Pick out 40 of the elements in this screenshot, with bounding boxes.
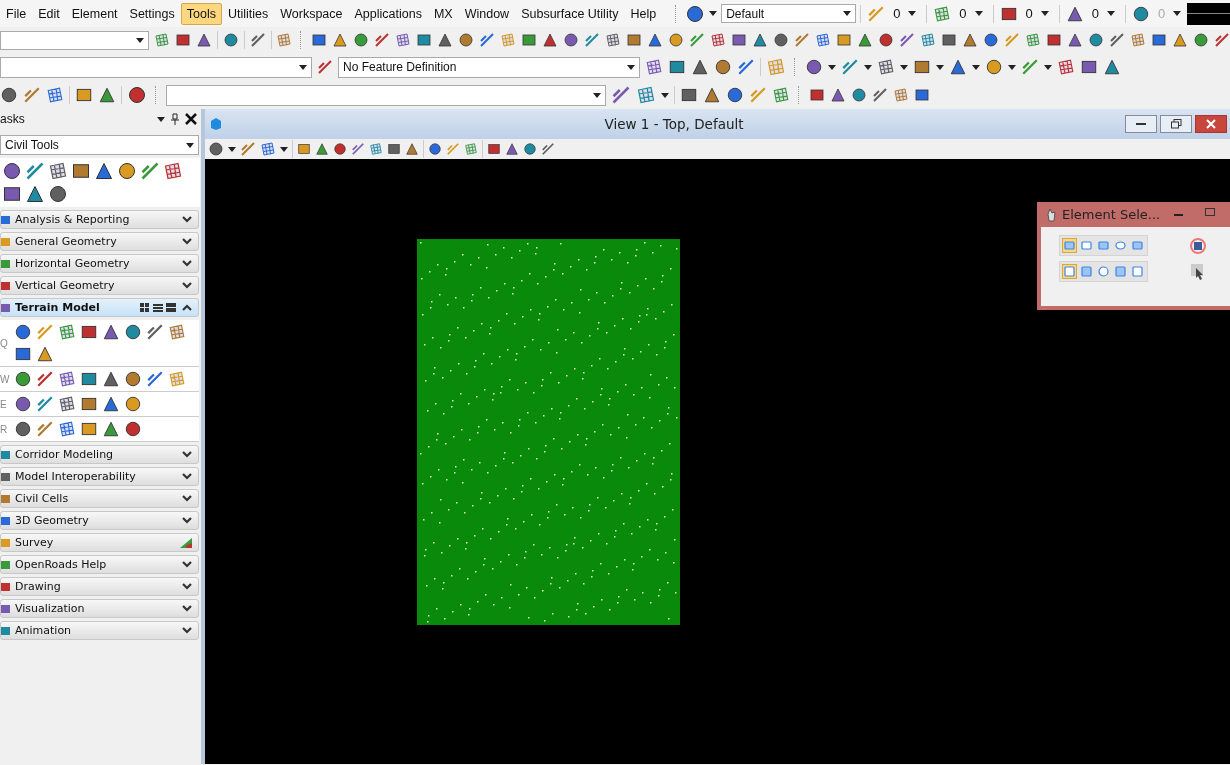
attribute-counter[interactable]: 0 xyxy=(926,4,989,23)
task-section-header[interactable]: General Geometry xyxy=(0,232,199,251)
menu-item[interactable]: File xyxy=(0,2,33,25)
shortcut-key-label: W xyxy=(0,373,11,385)
menu-item[interactable]: Utilities xyxy=(221,2,275,25)
task-section-header[interactable]: Horizontal Geometry xyxy=(0,254,199,273)
panel-title: asks xyxy=(0,112,26,126)
task-section-header[interactable]: Civil Cells xyxy=(0,489,199,508)
task-section-header[interactable]: Survey xyxy=(0,533,199,552)
attribute-counter[interactable]: 0 xyxy=(992,4,1055,23)
task-section-header[interactable]: Analysis & Reporting xyxy=(0,210,199,229)
task-section-header[interactable]: Model Interoperability xyxy=(0,467,199,486)
task-section-header[interactable]: Vertical Geometry xyxy=(0,276,199,295)
task-section-header[interactable]: Corridor Modeling xyxy=(0,445,199,464)
attribute-counter[interactable]: 0 xyxy=(1058,4,1122,23)
menu-item[interactable]: Help xyxy=(624,2,663,25)
feature-definition-field[interactable]: No Feature Definition xyxy=(338,56,640,78)
menu-item[interactable]: MX xyxy=(427,2,459,25)
task-section-header[interactable]: Terrain Model xyxy=(0,298,199,317)
menu-item[interactable]: Tools xyxy=(180,2,222,25)
shortcut-key-label: Q xyxy=(0,337,9,349)
task-section-header[interactable]: 3D Geometry xyxy=(0,511,199,530)
level-dropdown[interactable]: Default xyxy=(721,4,857,23)
task-section-header[interactable]: Animation xyxy=(0,621,199,640)
menu-item[interactable]: Edit xyxy=(32,2,66,25)
shortcut-key-label: E xyxy=(0,398,8,410)
task-section-header[interactable]: Drawing xyxy=(0,577,199,596)
menu-item[interactable]: Element xyxy=(65,2,124,25)
tool-set-dropdown[interactable]: Civil Tools xyxy=(0,135,199,155)
attribute-counter[interactable]: 0 xyxy=(860,4,923,23)
window-title: Element Sele... xyxy=(1062,207,1161,222)
menu-item[interactable]: Settings xyxy=(123,2,181,25)
task-section-header[interactable]: OpenRoads Help xyxy=(0,555,199,574)
task-section-header[interactable]: Visualization xyxy=(0,599,199,618)
shortcut-key-label: R xyxy=(0,423,9,435)
menu-item[interactable]: Workspace xyxy=(274,2,349,25)
menu-item[interactable]: Applications xyxy=(348,2,428,25)
menu-item[interactable]: Window xyxy=(458,2,516,25)
menu-item[interactable]: Subsurface Utility xyxy=(515,2,625,25)
window-title: View 1 - Top, Default xyxy=(603,116,745,132)
